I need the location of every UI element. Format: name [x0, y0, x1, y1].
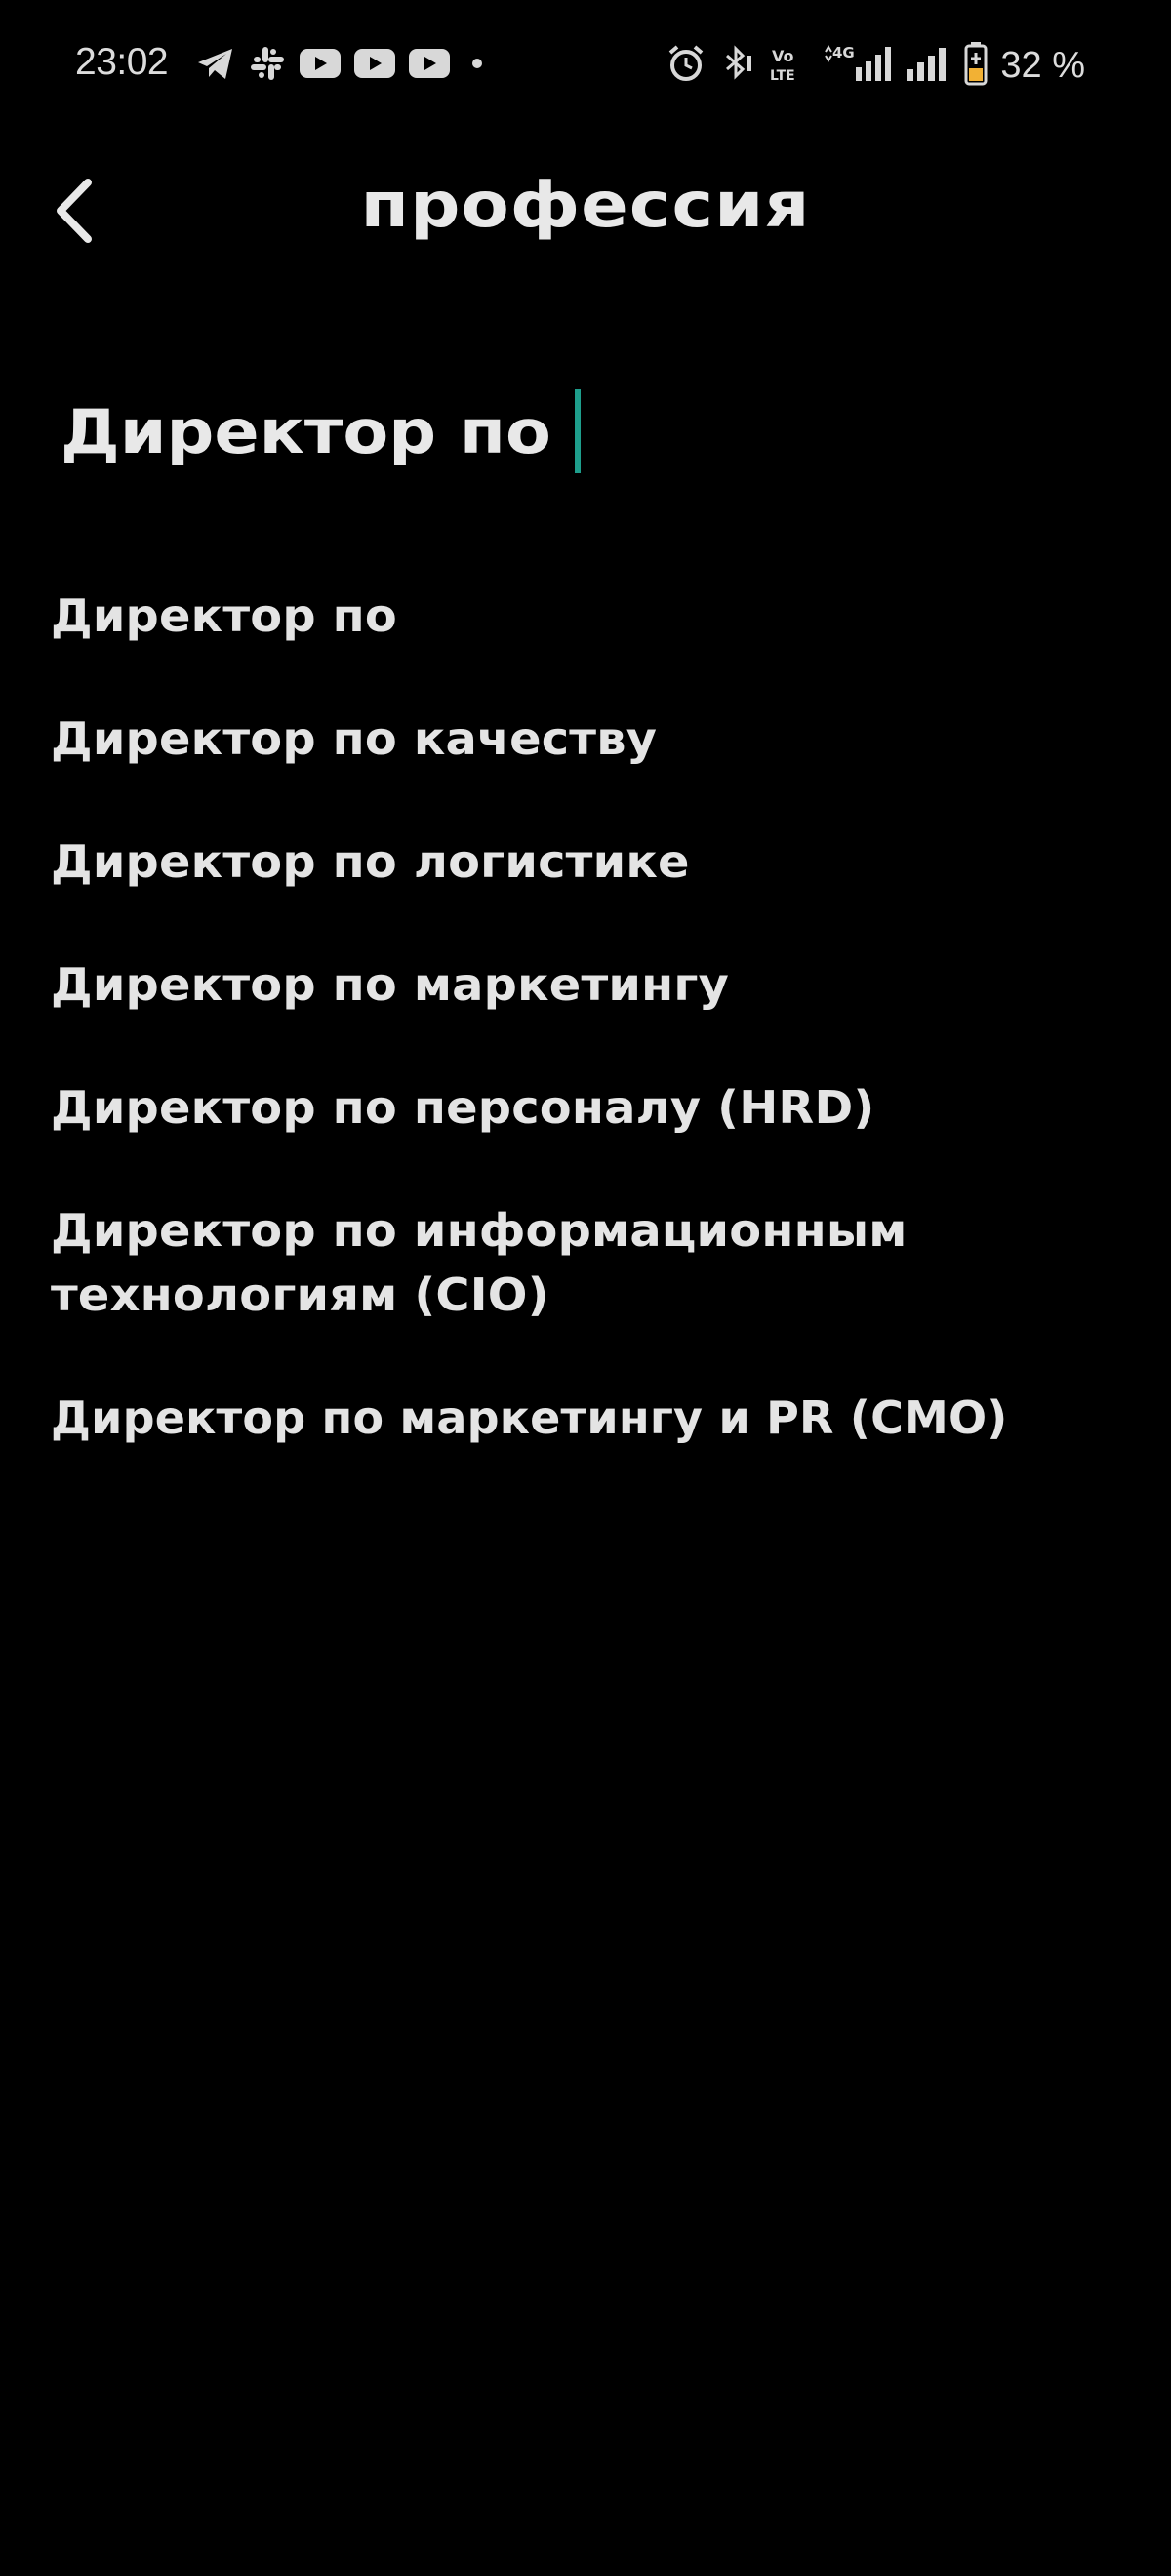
notification-icons [195, 43, 492, 88]
suggestion-item[interactable]: Директор по маркетингу [51, 952, 1126, 1017]
page-title: профессия [360, 170, 811, 242]
suggestion-item[interactable]: Директор по [51, 584, 1126, 648]
suggestion-item[interactable]: Директор по информационным технологиям (… [51, 1198, 1066, 1327]
system-icons: Vo LTE 4G 32 % [666, 41, 1085, 90]
suggestion-item[interactable]: Директор по качеству [51, 706, 1126, 771]
slack-icon [248, 44, 287, 87]
svg-text:LTE: LTE [770, 68, 795, 83]
suggestion-item[interactable]: Директор по маркетингу и PR (CMO) [51, 1386, 1134, 1450]
suggestion-list: Директор по Директор по качеству Директо… [51, 584, 1134, 1509]
svg-text:4G: 4G [832, 44, 855, 61]
text-caret [574, 389, 581, 473]
alarm-icon [666, 44, 706, 87]
battery-percent: 32 % [1000, 44, 1085, 86]
bluetooth-icon [717, 44, 756, 87]
search-input-value[interactable]: Директор по [61, 396, 575, 467]
youtube-icon [353, 47, 396, 84]
4g-signal-icon: 4G [823, 44, 892, 87]
status-time: 23:02 [75, 41, 169, 83]
suggestion-item[interactable]: Директор по логистике [51, 829, 1126, 894]
app-header: профессия [0, 156, 1171, 263]
dot-icon [463, 49, 492, 82]
suggestion-item[interactable]: Директор по персоналу (HRD) [51, 1075, 1126, 1140]
telegram-icon [195, 44, 236, 87]
svg-text:Vo: Vo [772, 47, 794, 65]
signal-icon [903, 44, 951, 87]
youtube-icon [408, 47, 451, 84]
volte-icon: Vo LTE [768, 44, 811, 87]
status-bar: 23:02 Vo LTE 4G 32 % [0, 0, 1171, 131]
battery-icon [963, 41, 989, 90]
profession-search-input[interactable]: Директор по [61, 382, 1114, 480]
youtube-icon [299, 47, 342, 84]
